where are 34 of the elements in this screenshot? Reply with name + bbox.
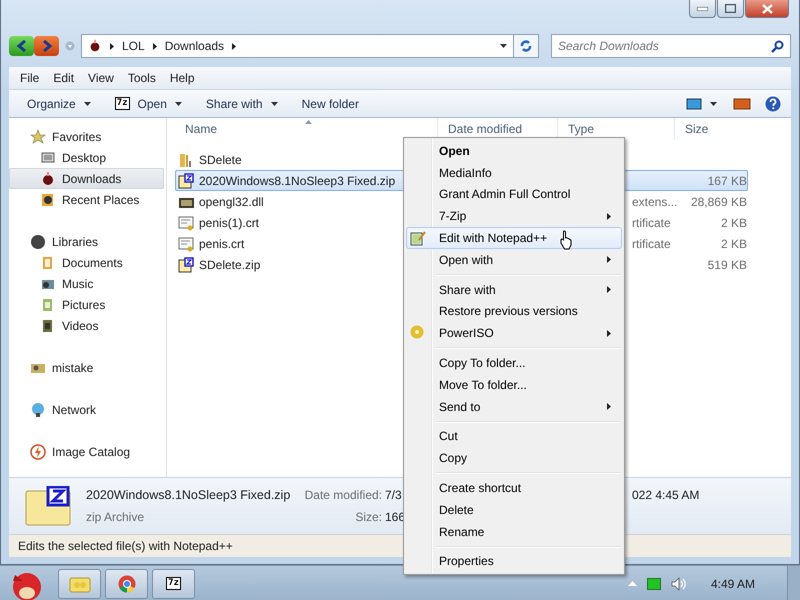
file-type: zip Archive — [86, 510, 146, 524]
sidebar-label: Network — [52, 402, 96, 416]
file-name: opengl32.dll — [199, 194, 264, 208]
file-name: penis(1).crt — [199, 216, 260, 230]
sidebar-label: Image Catalog — [52, 444, 130, 458]
file-name: SDelete — [199, 152, 242, 166]
sidebar-label: Favorites — [52, 130, 102, 144]
sidebar-label: Pictures — [62, 298, 106, 312]
date-modified-label: Date modified: — [304, 488, 382, 502]
sidebar-label: Music — [62, 276, 94, 290]
sidebar-label: Recent Places — [62, 192, 140, 206]
sidebar-label: mistake — [52, 360, 94, 374]
seven-zip-icon: 7z — [114, 97, 130, 110]
file-size: 2 KB — [720, 216, 747, 230]
sidebar-label: Downloads — [62, 172, 122, 186]
file-size: 519 KB — [708, 258, 747, 272]
file-name: 2020Windows8.1NoSleep3 Fixed.zip — [86, 488, 292, 502]
sidebar-label: Videos — [62, 318, 98, 332]
file-size: 28,869 KB — [690, 194, 747, 208]
sidebar-label: Documents — [62, 256, 123, 270]
file-type: rtificate — [632, 216, 671, 230]
file-size: 2 KB — [720, 236, 747, 250]
file-type: rtificate — [632, 236, 671, 250]
file-name: 2020Windows8.1NoSleep3 Fixed.zip — [199, 174, 396, 188]
sidebar-label: Libraries — [52, 234, 98, 248]
size-label: Size: — [355, 510, 382, 524]
sidebar-label: Desktop — [62, 150, 106, 164]
date-modified-value: 7/3 — [384, 488, 402, 502]
date-modified-value: 022 4:45 AM — [632, 488, 700, 502]
seven-zip-icon: 7z — [166, 577, 181, 590]
file-name: SDelete.zip — [199, 258, 260, 272]
file-type: extens... — [632, 194, 678, 208]
file-name: penis.crt — [199, 236, 244, 250]
file-size: 167 KB — [708, 174, 747, 188]
